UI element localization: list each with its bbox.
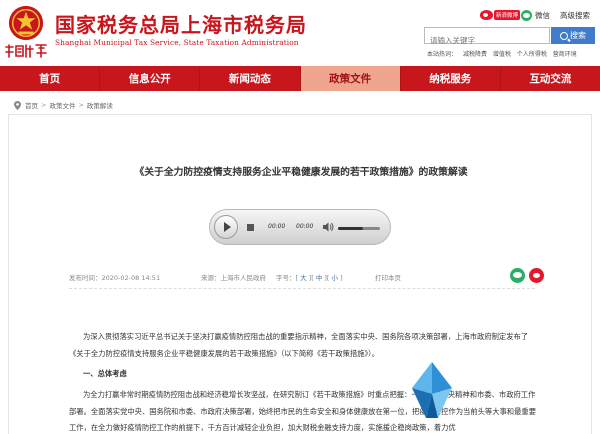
advanced-search-link[interactable]: 高级搜索 bbox=[560, 8, 590, 22]
page: 国家税务总局上海市税务局 Shanghai Municipal Tax Serv… bbox=[0, 0, 600, 434]
wechat-link[interactable]: 微信 bbox=[521, 8, 550, 22]
audio-total-time: 00:00 bbox=[296, 223, 314, 230]
breadcrumb-home[interactable]: 首页 bbox=[25, 100, 38, 110]
breadcrumb: 首页 > 政策文件 > 政策解读 bbox=[14, 100, 113, 110]
main-nav: 首页 信息公开 新闻动态 政策文件 纳税服务 互动交流 bbox=[0, 66, 600, 91]
audio-player: 00:00 00:00 bbox=[209, 209, 391, 245]
nav-item-news[interactable]: 新闻动态 bbox=[200, 66, 301, 91]
article-panel: 《关于全力防控疫情支持服务企业平稳健康发展的若干政策措施》的政策解读 00:00… bbox=[8, 114, 592, 434]
hot-search-item[interactable]: 营商环境 bbox=[553, 51, 577, 58]
site-title: 国家税务总局上海市税务局 bbox=[55, 13, 307, 37]
stop-button[interactable] bbox=[242, 220, 258, 234]
hot-search-item[interactable]: 个人所得税 bbox=[517, 51, 547, 58]
article-paragraph: 为全力打赢非常时期疫情防控阻击战和经济稳增长攻坚战，在研究制订《若干政策措施》时… bbox=[69, 390, 536, 432]
search-icon bbox=[560, 31, 568, 40]
breadcrumb-policy-interpretation[interactable]: 政策解读 bbox=[87, 100, 113, 110]
hot-search-item[interactable]: 减税降费 bbox=[463, 51, 487, 58]
volume-icon[interactable] bbox=[322, 221, 334, 233]
play-icon bbox=[223, 222, 231, 232]
volume-slider[interactable] bbox=[338, 227, 380, 230]
wechat-label: 微信 bbox=[535, 10, 550, 20]
search-button[interactable]: 搜索 bbox=[551, 27, 595, 44]
weibo-link[interactable]: 新浪微博 bbox=[480, 8, 521, 22]
nav-item-home[interactable]: 首页 bbox=[0, 66, 101, 91]
play-button[interactable] bbox=[214, 215, 238, 239]
location-pin-icon bbox=[14, 100, 21, 110]
font-size-medium[interactable]: 中 bbox=[316, 274, 323, 282]
advanced-search-label: 高级搜索 bbox=[560, 10, 590, 20]
font-size-small[interactable]: 小 bbox=[332, 274, 339, 282]
tax-emblem-icon bbox=[8, 5, 44, 41]
stop-icon bbox=[246, 223, 254, 231]
nav-item-interaction[interactable]: 互动交流 bbox=[501, 66, 600, 91]
article-title: 《关于全力防控疫情支持服务企业平稳健康发展的若干政策措施》的政策解读 bbox=[134, 167, 468, 178]
audio-current-time: 00:00 bbox=[268, 223, 286, 230]
weibo-icon bbox=[480, 10, 493, 20]
breadcrumb-policy-documents[interactable]: 政策文件 bbox=[49, 100, 75, 110]
nav-item-info-disclosure[interactable]: 信息公开 bbox=[100, 66, 201, 91]
wechat-icon bbox=[521, 9, 532, 21]
hot-search-words: 本站热词： 减税降费 增值税 个人所得税 营商环境 bbox=[427, 49, 581, 58]
hot-search-label: 本站热词： bbox=[427, 51, 458, 58]
breadcrumb-separator: > bbox=[78, 101, 84, 109]
article-paragraph: 为深入贯彻落实习近平总书记关于坚决打赢疫情防控阻击战的重要指示精神，全面落实中央… bbox=[69, 332, 529, 358]
search-box bbox=[424, 27, 550, 48]
seal-calligraphy-logo bbox=[5, 44, 47, 58]
section-heading: 一、总体考虑 bbox=[83, 369, 127, 378]
search-button-label: 搜索 bbox=[570, 31, 586, 40]
nav-item-tax-service[interactable]: 纳税服务 bbox=[401, 66, 501, 91]
nav-item-policy-documents[interactable]: 政策文件 bbox=[300, 66, 401, 91]
site-subtitle: Shanghai Municipal Tax Service, State Ta… bbox=[55, 38, 299, 47]
search-input[interactable] bbox=[425, 33, 549, 48]
share-weibo-icon[interactable] bbox=[529, 268, 544, 283]
share-wechat-icon[interactable] bbox=[510, 268, 525, 283]
floating-prism-logo[interactable] bbox=[412, 362, 452, 418]
breadcrumb-separator: > bbox=[41, 101, 47, 109]
meta-divider bbox=[69, 288, 535, 289]
print-link[interactable]: 打印本页 bbox=[375, 272, 401, 282]
weibo-label: 新浪微博 bbox=[494, 10, 521, 20]
publish-date: 发布时间：2020-02-08 14:51 bbox=[69, 274, 161, 282]
volume-level bbox=[338, 227, 364, 230]
article-source: 来源：上海市人民政府 bbox=[201, 274, 266, 282]
font-size-large[interactable]: 大 bbox=[300, 274, 307, 282]
site-header: 国家税务总局上海市税务局 Shanghai Municipal Tax Serv… bbox=[0, 0, 600, 66]
font-size-label: 字号：[ 大 ][ 中 ][ 小 ] bbox=[276, 274, 343, 282]
hot-search-item[interactable]: 增值税 bbox=[493, 51, 511, 58]
